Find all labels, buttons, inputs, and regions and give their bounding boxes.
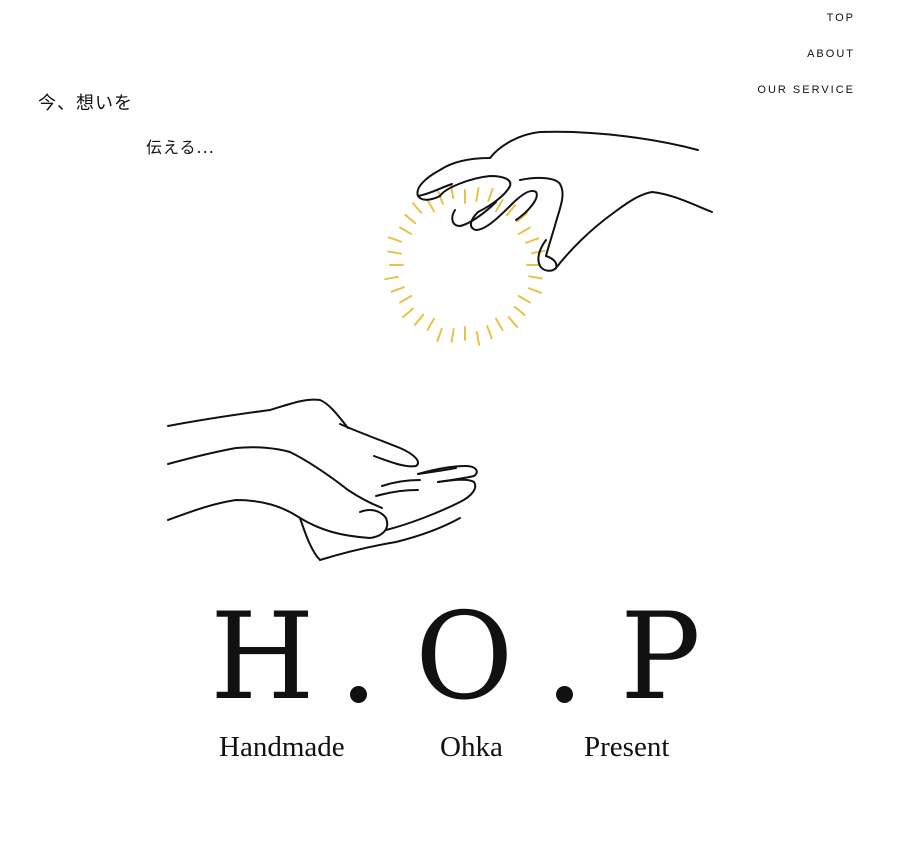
glow-ray <box>528 275 543 280</box>
glow-ray <box>517 295 531 304</box>
glow-ray <box>411 202 423 214</box>
glow-ray <box>486 325 493 340</box>
brand-word-ohka: Ohka <box>440 731 503 763</box>
brand-separator-dot <box>556 686 573 703</box>
glow-ray <box>390 286 405 293</box>
glow-ray <box>426 317 435 331</box>
glow-ray <box>413 313 425 326</box>
glow-ray <box>387 250 402 255</box>
glow-ray <box>487 187 494 203</box>
glow-ray <box>513 305 526 317</box>
glow-ray <box>402 307 414 319</box>
upper-hand-icon <box>416 130 713 272</box>
glow-ray <box>399 295 413 304</box>
glow-ray <box>426 199 435 213</box>
glow-ray <box>399 226 413 235</box>
brand-word-handmade: Handmade <box>219 731 345 763</box>
brand-separator-dot <box>350 686 367 703</box>
glow-ray <box>475 331 481 346</box>
glow-ray <box>475 187 480 202</box>
glow-rays-icon <box>384 184 546 346</box>
glow-ray <box>525 237 540 244</box>
glow-ray <box>387 236 403 243</box>
brand-word-present: Present <box>584 731 670 763</box>
glow-ray <box>495 317 504 331</box>
glow-ray <box>450 328 455 343</box>
brand-letter-h: H <box>210 588 315 727</box>
brand-letter-o: O <box>415 588 514 727</box>
glow-ray <box>507 316 519 328</box>
brand-letter-p: P <box>620 588 701 727</box>
glow-ray <box>436 327 443 343</box>
giving-hands-illustration <box>167 130 713 561</box>
glow-ray <box>517 226 531 235</box>
brand-logo: H O P <box>0 598 912 718</box>
glow-ray <box>527 287 543 294</box>
lower-hands-icon <box>167 398 478 561</box>
glow-ray <box>404 213 417 225</box>
glow-ray <box>384 275 399 281</box>
